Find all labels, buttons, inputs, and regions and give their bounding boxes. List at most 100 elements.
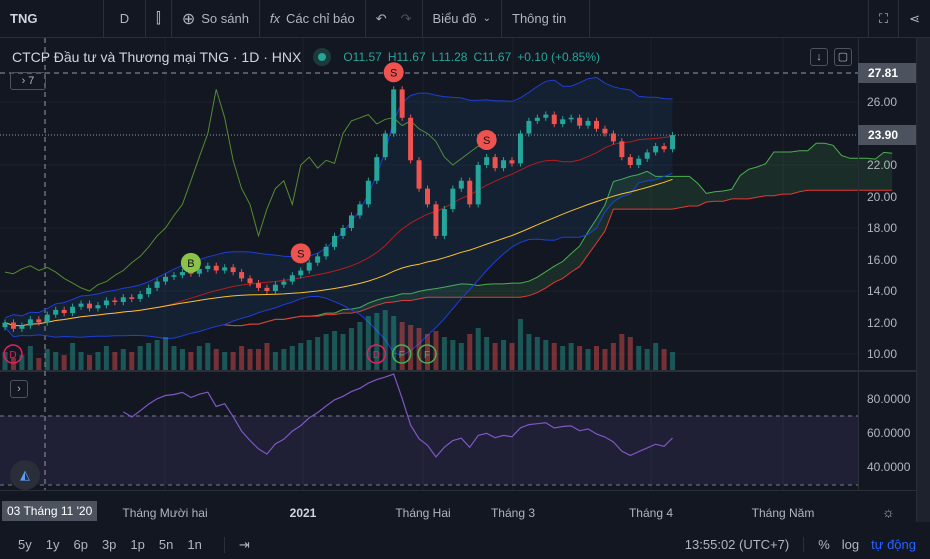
candle-body: [653, 146, 659, 153]
volume-bar: [551, 343, 557, 370]
range-1m[interactable]: 1p: [130, 537, 144, 552]
chart-canvas[interactable]: B S S S D D F F: [0, 0, 930, 559]
candle-body: [154, 281, 160, 288]
candle-body: [239, 272, 245, 279]
range-6m[interactable]: 6p: [73, 537, 87, 552]
candle-body: [272, 284, 278, 291]
candle-body: [163, 276, 169, 282]
range-1d[interactable]: 1n: [187, 537, 201, 552]
candle-body: [484, 157, 490, 165]
volume-bar: [653, 343, 659, 370]
volume-bar: [230, 352, 236, 370]
time-label: Tháng Hai: [395, 506, 451, 520]
range-3m[interactable]: 3p: [102, 537, 116, 552]
volume-bar: [179, 349, 185, 370]
candle-body: [222, 267, 228, 271]
volume-bar: [27, 346, 33, 370]
volume-bar: [137, 346, 143, 370]
maximize-pane-icon[interactable]: ▢: [834, 48, 852, 66]
volume-bar: [213, 349, 219, 370]
candle-body: [44, 314, 50, 323]
candle-body: [610, 133, 616, 142]
volume-bar: [644, 349, 650, 370]
candle-body: [137, 294, 143, 299]
candle-body: [517, 133, 523, 164]
volume-bar: [509, 343, 515, 370]
volume-bar: [87, 355, 92, 370]
candle-body: [475, 165, 481, 205]
candle-body: [441, 209, 447, 236]
candle-body: [230, 267, 236, 273]
volume-bar: [239, 346, 245, 370]
volume-bar: [129, 352, 135, 370]
volume-bar: [222, 352, 228, 370]
volume-bar: [517, 319, 523, 370]
volume-bar: [53, 352, 59, 370]
volume-bar: [492, 343, 498, 370]
right-sidebar: [916, 38, 930, 522]
candle-body: [78, 303, 84, 307]
candle-body: [205, 265, 211, 269]
rsi-axis[interactable]: 80.0000 60.0000 40.0000: [858, 372, 916, 490]
volume-bar: [95, 352, 101, 370]
price-tick: 12.00: [867, 315, 898, 330]
bottom-bar: 5y 1y 6p 3p 1p 5n 1n ⇥ 13:55:02 (UTC+7) …: [0, 530, 930, 559]
signal-label: S: [297, 248, 304, 260]
clock[interactable]: 13:55:02 (UTC+7): [685, 537, 803, 552]
rsi-band: [0, 416, 858, 485]
range-1y[interactable]: 1y: [46, 537, 60, 552]
candle-body: [103, 300, 109, 306]
goto-date-icon[interactable]: ⇥: [223, 536, 250, 553]
candle-body: [281, 281, 287, 285]
signal-label: S: [483, 135, 490, 147]
volume-bar: [289, 346, 295, 370]
candle-body: [627, 157, 633, 165]
candle-body: [577, 117, 583, 126]
time-cursor-label: 03 Tháng 11 '20: [2, 501, 98, 521]
range-5d[interactable]: 5n: [159, 537, 173, 552]
auto-scale-toggle[interactable]: tự động: [859, 537, 930, 552]
percent-toggle[interactable]: %: [803, 537, 830, 552]
candle-body: [10, 322, 16, 329]
time-label: Tháng Mười hai: [122, 506, 208, 520]
volume-bar: [374, 313, 380, 370]
candle-body: [416, 160, 422, 189]
time-label: Tháng 4: [628, 506, 674, 520]
scroll-down-icon[interactable]: ↓: [810, 48, 828, 66]
candle-body: [450, 188, 456, 210]
volume-bar: [120, 349, 126, 370]
log-toggle[interactable]: log: [830, 537, 859, 552]
candle-body: [357, 204, 363, 216]
candle-body: [256, 283, 261, 288]
price-axis[interactable]: 26.0024.0022.0020.0018.0016.0014.0012.00…: [858, 38, 916, 372]
candle-body: [247, 278, 253, 284]
candle-body: [399, 89, 405, 118]
volume-bar: [188, 352, 194, 370]
rsi-tick: 40.0000: [867, 460, 911, 474]
volume-bar: [484, 337, 490, 370]
volume-bar: [298, 343, 304, 370]
volume-bar: [44, 349, 50, 370]
range-5y[interactable]: 5y: [18, 537, 32, 552]
chart-legend: CTCP Đầu tư và Thương mại TNG · 1D · HNX…: [12, 48, 600, 66]
high-price-tag: 27.81: [858, 63, 916, 83]
candle-body: [36, 319, 42, 323]
volume-bar: [196, 346, 202, 370]
candle-body: [636, 158, 642, 165]
price-tick: 26.00: [867, 95, 898, 109]
event-label: D: [9, 350, 16, 361]
rsi-tick: 80.0000: [867, 392, 911, 406]
volume-bar: [112, 352, 118, 370]
volume-bar: [577, 346, 583, 370]
candle-body: [382, 133, 388, 158]
candle-body: [95, 305, 101, 309]
candle-body: [27, 319, 33, 326]
event-label: D: [373, 350, 380, 361]
volume-bar: [154, 340, 160, 370]
volume-bar: [391, 316, 397, 370]
candle-body: [619, 141, 625, 158]
price-tick: 16.00: [867, 252, 898, 267]
rsi-collapse-button[interactable]: ›: [10, 380, 28, 398]
indicators-collapse-button[interactable]: › 7: [10, 72, 46, 90]
settings-sun-icon[interactable]: ☼: [882, 504, 895, 520]
